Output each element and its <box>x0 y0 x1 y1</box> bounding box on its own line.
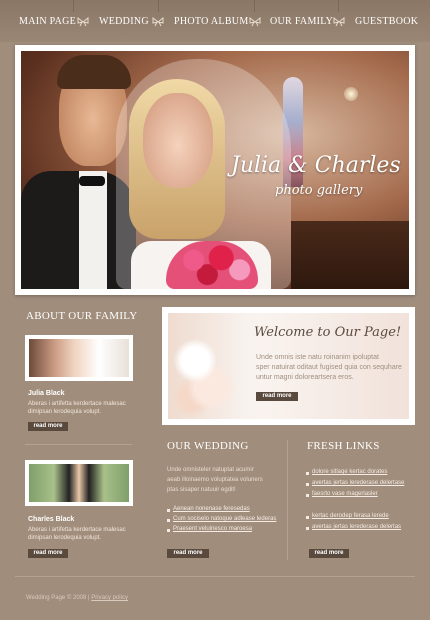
couple-photo: Julia & Charles photo gallery <box>21 51 409 289</box>
bullet-icon <box>306 472 309 475</box>
julia-photo <box>29 339 129 377</box>
bullet-icon <box>167 509 170 512</box>
nav-thread <box>254 0 255 12</box>
fresh-link[interactable]: kertac derodep ferasa lerede <box>312 513 389 519</box>
wedding-link[interactable]: Cum sociselo natoque adlease lederas <box>173 516 276 522</box>
bullet-icon <box>306 494 309 497</box>
fresh-links-heading: FRESH LINKS <box>307 440 380 452</box>
charles-photo <box>29 464 129 502</box>
welcome-box: Welcome to Our Page! Unde omnis iste nat… <box>162 307 415 425</box>
member-text: Aberas i artifetta kerdertace malesac <box>28 527 126 533</box>
wedding-text: aeab illoinaemo voluptatea voluners <box>167 477 263 483</box>
bullet-icon <box>167 519 170 522</box>
nav-thread <box>338 0 339 12</box>
member-text: dimipsan lerodequia volupt. <box>28 409 102 415</box>
nav-thread <box>73 0 74 12</box>
fresh-link[interactable]: avertas jertas lerederase delertase <box>312 480 404 486</box>
fresh-read-more-button[interactable]: read more <box>309 549 349 558</box>
wedding-text: ptas sisaper natuuir egdit! <box>167 487 236 493</box>
fresh-link[interactable]: avertas jertas lerederase delertas <box>312 524 401 530</box>
hero-banner: Julia & Charles photo gallery <box>15 45 415 295</box>
bullet-icon <box>306 516 309 519</box>
welcome-title: Welcome to Our Page! <box>254 325 402 340</box>
welcome-inner: Welcome to Our Page! Unde omnis iste nat… <box>168 313 409 419</box>
nav-photo-album[interactable]: PHOTO ALBUM <box>174 16 249 27</box>
charles-read-more-button[interactable]: read more <box>28 549 68 558</box>
wall-lamp <box>344 87 358 101</box>
copyright: Wedding Page © 2008 <box>26 595 87 601</box>
bullet-icon <box>306 527 309 530</box>
footer-separator: | <box>88 595 90 601</box>
bow-icon <box>333 17 345 27</box>
nav-main-page[interactable]: MAIN PAGE <box>19 16 76 27</box>
flowers-image <box>168 313 246 419</box>
footer-divider <box>15 576 415 577</box>
church-pews <box>291 221 409 289</box>
wedding-read-more-button[interactable]: read more <box>167 549 209 558</box>
hero-title: Julia & Charles <box>231 153 401 178</box>
member-text: dimipsan lerodequia volupt. <box>28 535 102 541</box>
fresh-link[interactable]: dolore sitlaqe kertac dorates <box>312 469 387 475</box>
wedding-link[interactable]: Praesent veluinesco maroesa <box>173 526 252 532</box>
bullet-icon <box>306 483 309 486</box>
bow-icon <box>152 17 164 27</box>
hero-subtitle: photo gallery <box>275 183 363 198</box>
welcome-text: untur magni doloreartsera eros. <box>256 374 354 381</box>
divider <box>25 444 132 445</box>
bow-icon <box>249 17 261 27</box>
julia-thumbnail[interactable] <box>25 335 133 381</box>
nav-our-family[interactable]: OUR FAMILY <box>270 16 333 27</box>
wedding-heading: OUR WEDDING <box>167 440 249 452</box>
welcome-read-more-button[interactable]: read more <box>256 392 298 401</box>
wedding-text: Unde omnisteler natuptat acumir <box>167 467 254 473</box>
family-heading: ABOUT OUR FAMILY <box>26 310 138 322</box>
groom-shirt <box>79 171 107 289</box>
nav-thread <box>158 0 159 12</box>
bow-tie <box>79 176 105 186</box>
bow-icon <box>77 17 89 27</box>
privacy-policy-link[interactable]: Privacy policy <box>91 595 128 601</box>
charles-thumbnail[interactable] <box>25 460 133 506</box>
nav-guestbook[interactable]: GUESTBOOK <box>355 16 418 27</box>
wedding-link[interactable]: Aenean nonenase feresedas <box>173 506 250 512</box>
welcome-text: Unde omnis iste natu roinanim ipoluptat <box>256 354 379 361</box>
column-divider <box>287 440 288 560</box>
nav-wedding[interactable]: WEDDING <box>99 16 149 27</box>
fresh-link[interactable]: faesrto vase magerlasler <box>312 491 378 497</box>
bride-face <box>143 93 213 188</box>
member-name: Charles Black <box>28 516 75 523</box>
footer: Wedding Page © 2008 | Privacy policy <box>26 595 128 601</box>
member-name: Julia Black <box>28 390 65 397</box>
member-text: Aberas i artifetta kerdertace malesac <box>28 401 126 407</box>
bullet-icon <box>167 529 170 532</box>
welcome-text: sper natuirat oditaut fugised quia con s… <box>256 364 402 371</box>
top-nav: MAIN PAGE WEDDING PHOTO ALBUM OUR FAMILY… <box>0 0 430 42</box>
groom-hair <box>57 55 131 89</box>
julia-read-more-button[interactable]: read more <box>28 422 68 431</box>
